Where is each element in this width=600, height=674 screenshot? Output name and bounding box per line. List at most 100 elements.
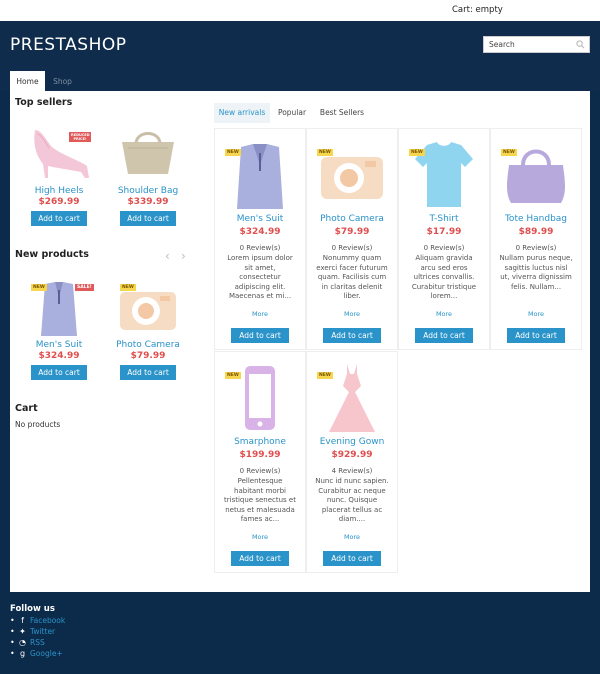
product-description: Aliquam gravida arcu sed eros ultrices c…: [411, 254, 477, 300]
tab-new-arrivals[interactable]: New arrivals: [214, 103, 270, 123]
social-link-google-plus[interactable]: • g Google+: [10, 648, 65, 659]
new-badge: NEW: [31, 284, 47, 291]
reduced-price-badge: REDUCED PRICE!: [69, 132, 91, 142]
prev-arrow-icon[interactable]: ‹: [165, 249, 170, 263]
tab-best-sellers[interactable]: Best Sellers: [314, 103, 370, 123]
social-link-facebook[interactable]: • f Facebook: [10, 615, 65, 626]
add-to-cart-button[interactable]: Add to cart: [323, 551, 381, 566]
product-price: $79.99: [334, 227, 370, 237]
product-price: $199.99: [239, 450, 281, 460]
product-name[interactable]: Tote Handbag: [491, 214, 581, 224]
product-name[interactable]: Men's Suit: [215, 214, 305, 224]
product-name[interactable]: Evening Gown: [307, 437, 397, 447]
t-shirt-image[interactable]: NEW: [399, 137, 489, 212]
add-to-cart-button[interactable]: Add to cart: [231, 328, 289, 343]
product-reviews: 0 Review(s): [423, 244, 465, 252]
bullet: •: [10, 638, 15, 647]
product-description: Nonummy quam exerci facer futurum quam. …: [316, 254, 388, 300]
main-content: Top sellers REDUCED PRICE! High Heels $2…: [10, 91, 590, 592]
add-to-cart-button[interactable]: Add to cart: [323, 328, 381, 343]
top-seller-shoulder-bag: Shoulder Bag $339.99 Add to cart: [108, 124, 188, 226]
mens-suit-image[interactable]: NEW: [215, 137, 305, 212]
product-reviews: 0 Review(s): [515, 244, 557, 252]
twitter-icon: ✦: [19, 627, 26, 636]
bullet: •: [10, 627, 15, 636]
product-description: Lorem ipsum dolor sit amet, consectetur …: [227, 254, 293, 300]
next-arrow-icon[interactable]: ›: [181, 249, 186, 263]
header: PRESTASHOP: [0, 21, 600, 71]
product-price: $929.99: [331, 450, 373, 460]
product-card-t-shirt: NEW T-Shirt $17.99 0 Review(s) Aliquam g…: [398, 128, 490, 350]
product-price: $17.99: [426, 227, 462, 237]
photo-camera-image[interactable]: NEW: [108, 278, 188, 338]
nav-shop[interactable]: Shop: [45, 71, 80, 91]
new-badge: NEW: [225, 372, 241, 379]
new-badge: NEW: [120, 284, 136, 291]
add-to-cart-button[interactable]: Add to cart: [120, 211, 176, 226]
product-name[interactable]: Photo Camera: [108, 340, 188, 350]
main-nav: Home Shop: [0, 71, 600, 91]
product-price: $89.99: [518, 227, 554, 237]
add-to-cart-button[interactable]: Add to cart: [231, 551, 289, 566]
social-link-label[interactable]: Google+: [30, 649, 63, 658]
search-input[interactable]: [489, 40, 569, 49]
add-to-cart-button[interactable]: Add to cart: [507, 328, 565, 343]
top-seller-high-heels: REDUCED PRICE! High Heels $269.99 Add to…: [19, 124, 99, 226]
search-box[interactable]: [483, 36, 590, 53]
new-product-mens-suit: NEW SALE! Men's Suit $324.99 Add to cart: [19, 278, 99, 380]
tab-popular[interactable]: Popular: [272, 103, 312, 123]
product-card-evening-gown: NEW Evening Gown $929.99 4 Review(s) Nun…: [306, 351, 398, 573]
social-link-rss[interactable]: • ◔ RSS: [10, 637, 65, 648]
product-reviews: 0 Review(s): [239, 467, 281, 475]
product-name[interactable]: Smarphone: [215, 437, 305, 447]
product-name[interactable]: Men's Suit: [19, 340, 99, 350]
add-to-cart-button[interactable]: Add to cart: [31, 365, 87, 380]
nav-home[interactable]: Home: [10, 71, 45, 91]
photo-camera-image[interactable]: NEW: [307, 137, 397, 212]
product-price: $324.99: [239, 227, 281, 237]
social-link-label[interactable]: Twitter: [30, 627, 55, 636]
more-link[interactable]: More: [491, 310, 581, 318]
mens-suit-image[interactable]: NEW SALE!: [19, 278, 99, 338]
product-card-mens-suit: NEW Men's Suit $324.99 0 Review(s) Lorem…: [214, 128, 306, 350]
product-name[interactable]: High Heels: [19, 186, 99, 196]
rss-icon: ◔: [19, 638, 26, 647]
evening-gown-image[interactable]: NEW: [307, 360, 397, 435]
more-link[interactable]: More: [215, 533, 305, 541]
product-card-smartphone: NEW Smarphone $199.99 0 Review(s) Pellen…: [214, 351, 306, 573]
social-link-label[interactable]: RSS: [30, 638, 45, 647]
product-reviews: 4 Review(s): [331, 467, 373, 475]
add-to-cart-button[interactable]: Add to cart: [120, 365, 176, 380]
product-description: Nunc id nunc sapien. Curabitur ac neque …: [315, 477, 389, 523]
product-price: $324.99: [38, 351, 80, 361]
social-link-twitter[interactable]: • ✦ Twitter: [10, 626, 65, 637]
product-name[interactable]: T-Shirt: [399, 214, 489, 224]
more-link[interactable]: More: [215, 310, 305, 318]
product-name[interactable]: Photo Camera: [307, 214, 397, 224]
follow-us-title: Follow us: [10, 604, 55, 614]
bullet: •: [10, 616, 15, 625]
new-badge: NEW: [409, 149, 425, 156]
product-description: Nullam purus neque, sagittis luctus nisl…: [499, 254, 573, 291]
more-link[interactable]: More: [307, 533, 397, 541]
add-to-cart-button[interactable]: Add to cart: [31, 211, 87, 226]
more-link[interactable]: More: [307, 310, 397, 318]
more-link[interactable]: More: [399, 310, 489, 318]
product-description: Pellentesque habitant morbi tristique se…: [224, 477, 296, 523]
cart-status[interactable]: Cart: empty: [452, 5, 503, 15]
shoulder-bag-image[interactable]: [108, 124, 188, 184]
product-price: $339.99: [127, 197, 169, 207]
social-link-label[interactable]: Facebook: [30, 616, 65, 625]
top-sellers-title: Top sellers: [15, 97, 73, 108]
new-badge: NEW: [317, 372, 333, 379]
product-card-tote-handbag: NEW Tote Handbag $89.99 0 Review(s) Null…: [490, 128, 582, 350]
product-name[interactable]: Shoulder Bag: [108, 186, 188, 196]
high-heels-image[interactable]: REDUCED PRICE!: [19, 124, 99, 184]
search-icon[interactable]: [576, 40, 585, 49]
product-reviews: 0 Review(s): [239, 244, 281, 252]
smartphone-image[interactable]: NEW: [215, 360, 305, 435]
tote-handbag-image[interactable]: NEW: [491, 137, 581, 212]
store-logo[interactable]: PRESTASHOP: [10, 35, 127, 55]
add-to-cart-button[interactable]: Add to cart: [415, 328, 473, 343]
sale-badge: SALE!: [75, 284, 94, 291]
